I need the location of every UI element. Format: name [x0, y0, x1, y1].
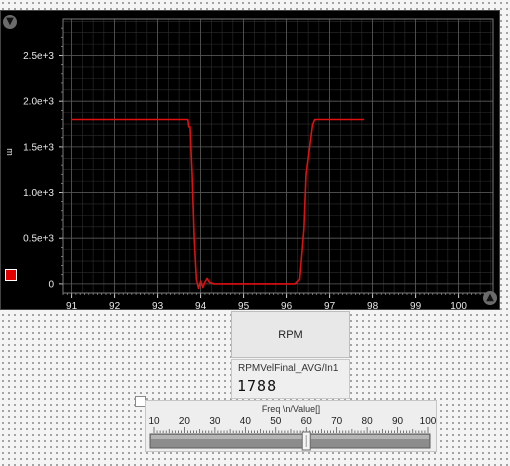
line-chart: 0 0.5e+3 1.0e+3 1.5e+3 2.0e+3 2.5e+3 m 91 92 93 94… — [5, 18, 494, 311]
x-tick-label: 98 — [367, 301, 379, 311]
rpm-button-label: RPM — [278, 328, 303, 341]
x-tick-label: 100 — [450, 301, 467, 311]
freq-slider-panel: Freq \n/Value[] 10 20 30 40 50 60 70 80 90 100 — [145, 400, 437, 452]
x-tick-label: 96 — [281, 301, 293, 311]
y-tick-label: 0.5e+3 — [23, 234, 54, 245]
plot-area-border — [62, 18, 494, 294]
series-color-swatch[interactable] — [5, 269, 17, 281]
rpm-numeric-indicator: RPMVelFinal_AVG/In1 1788 — [231, 359, 350, 399]
x-tick-label: 99 — [410, 301, 422, 311]
slider-tick-label: 40 — [240, 416, 252, 427]
y-axis-label: m — [5, 148, 15, 156]
x-tick-label: 91 — [66, 301, 78, 311]
x-tick-label: 93 — [152, 301, 164, 311]
slider-tick-label: 90 — [392, 416, 404, 427]
x-tick-label: 97 — [324, 301, 336, 311]
slider-tick-label: 60 — [301, 416, 313, 427]
x-tick-label: 92 — [109, 301, 121, 311]
y-tick-label: 0 — [48, 279, 54, 290]
slider-tick-label: 20 — [179, 416, 191, 427]
slider-track-highlight — [151, 435, 429, 439]
slider-tick-label: 80 — [362, 416, 374, 427]
rpm-button[interactable]: RPM — [231, 311, 350, 358]
y-tick-label: 1.0e+3 — [23, 188, 54, 199]
slider-tick-label: 100 — [420, 416, 437, 427]
rpm-value: 1788 — [237, 377, 278, 395]
chart-panel: 0 0.5e+3 1.0e+3 1.5e+3 2.0e+3 2.5e+3 m 91 92 93 94… — [0, 10, 500, 311]
x-tick-label: 94 — [195, 301, 207, 311]
slider-tick-label: 50 — [270, 416, 282, 427]
y-tick-label: 1.5e+3 — [23, 142, 54, 153]
channel-name: RPMVelFinal_AVG/In1 — [238, 363, 339, 374]
slider-tick-label: 30 — [209, 416, 221, 427]
x-tick-label: 95 — [238, 301, 250, 311]
freq-slider[interactable]: 10 20 30 40 50 60 70 80 90 100 — [146, 401, 438, 453]
chevron-up-icon[interactable]: ▲ — [483, 291, 497, 305]
y-tick-label: 2.5e+3 — [23, 51, 54, 62]
slider-tick-label: 70 — [331, 416, 343, 427]
y-tick-label: 2.0e+3 — [23, 97, 54, 108]
chevron-down-icon[interactable]: ▼ — [3, 15, 17, 29]
slider-tick-label: 10 — [148, 416, 160, 427]
